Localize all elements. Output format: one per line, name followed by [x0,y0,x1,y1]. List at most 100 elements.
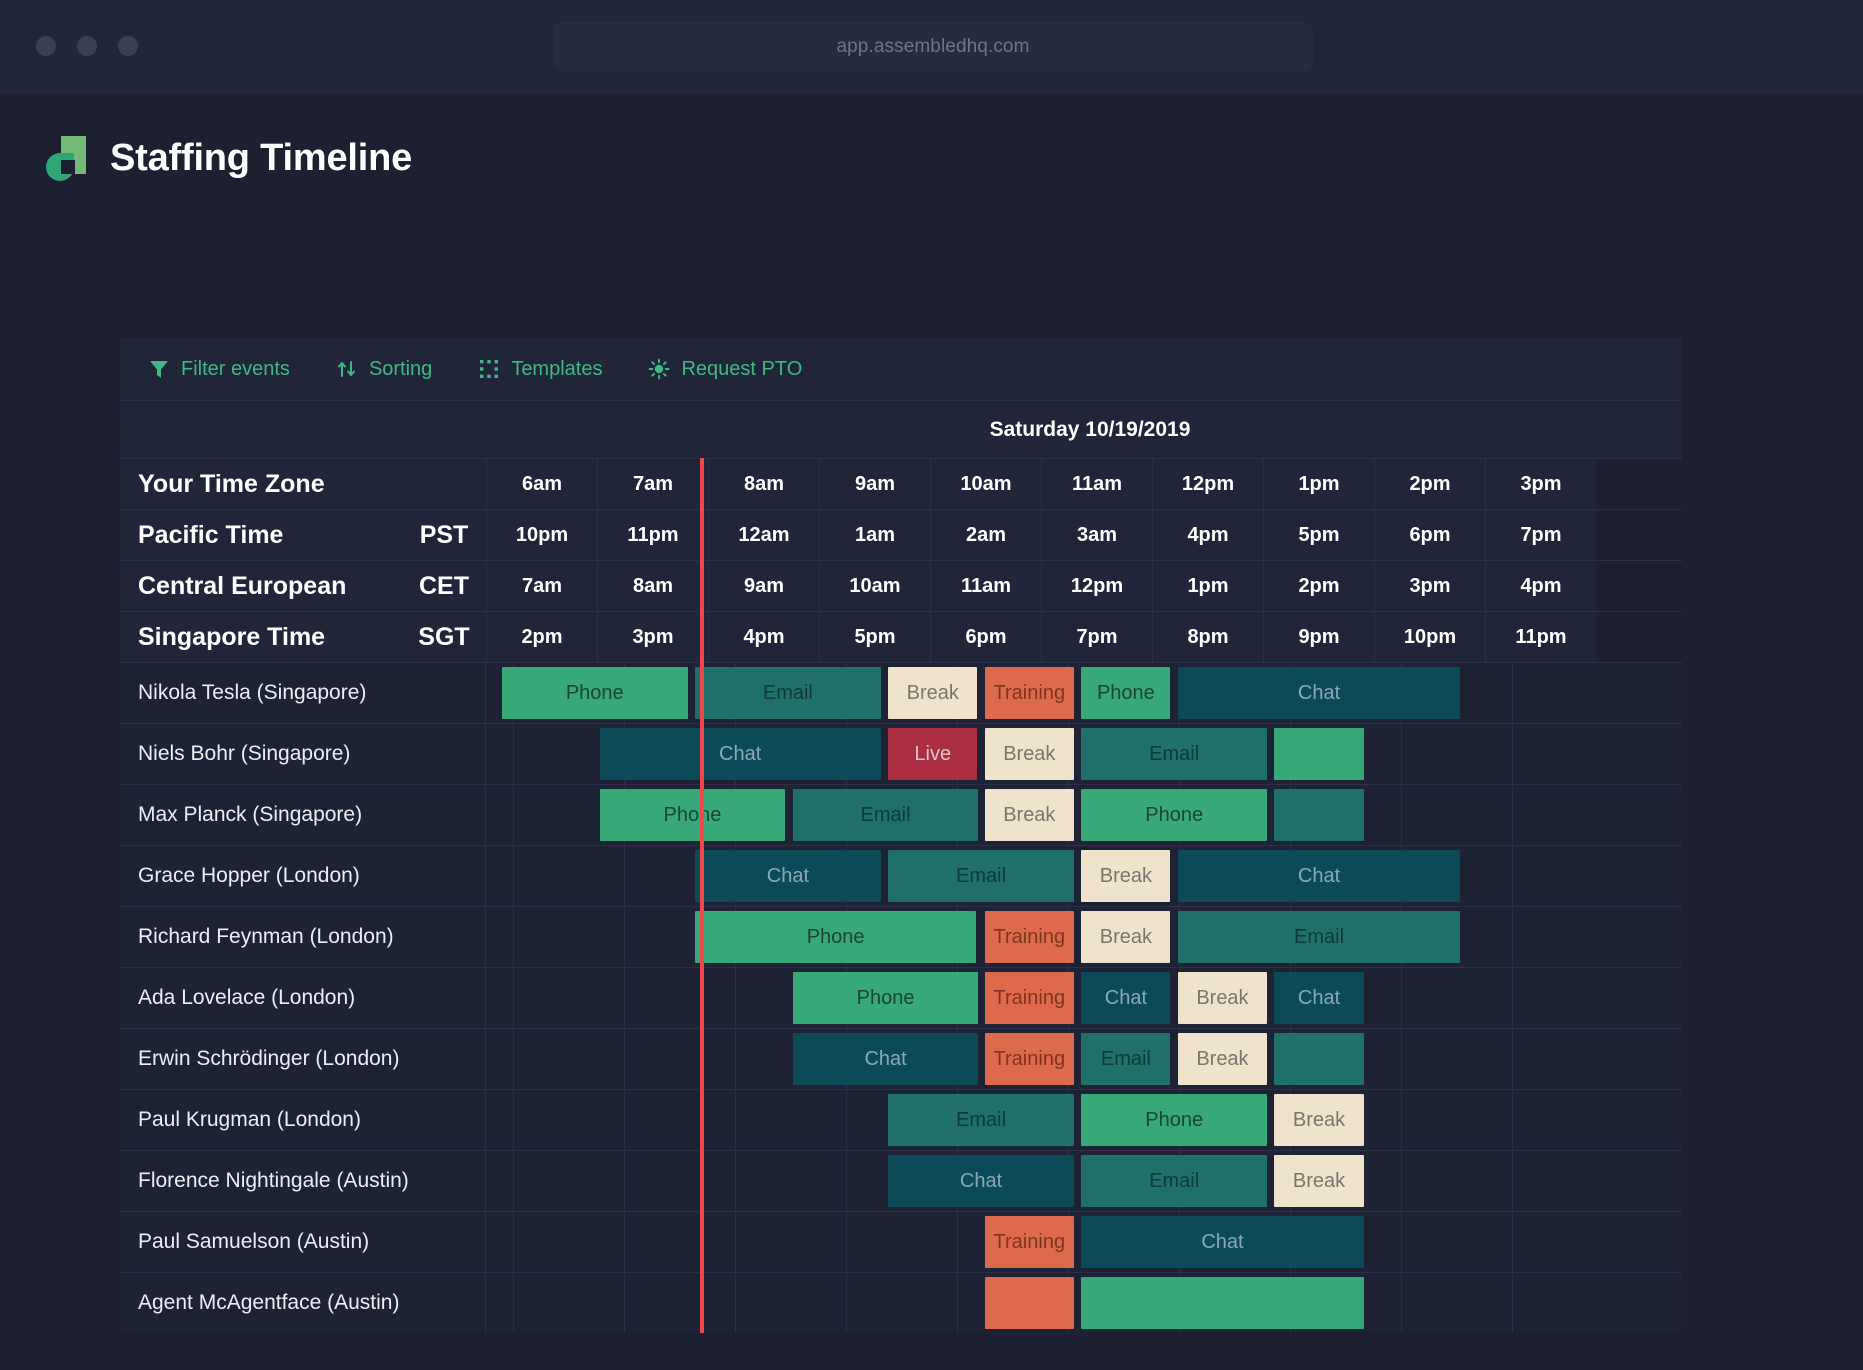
window-maximize-button[interactable] [118,36,138,56]
schedule-block[interactable]: Phone [501,667,688,719]
schedule-block[interactable] [1274,789,1364,841]
hour-header-cell: 2pm [486,612,597,662]
schedule-block[interactable]: Break [1177,972,1267,1024]
lane-divider [1401,1090,1402,1150]
schedule-block[interactable]: Phone [695,911,977,963]
timezone-abbr: SGT [402,612,486,662]
schedule-block[interactable]: Email [792,789,979,841]
agent-lane[interactable]: Chat Live Break Email [486,724,1682,784]
schedule-block[interactable]: Training [984,972,1074,1024]
schedule-block[interactable]: Break [888,667,978,719]
schedule-block[interactable] [1274,728,1364,780]
request-pto-button[interactable]: Request PTO [644,352,820,387]
timezone-row: Singapore Time SGT 2pm 3pm 4pm 5pm 6pm 7pm 8pm 9p… [120,611,1682,662]
agent-row[interactable]: Niels Bohr (Singapore) Chat Live Break Email [120,723,1682,784]
schedule-block[interactable] [1081,1277,1364,1329]
hour-header-cell: 12am [708,510,819,560]
schedule-block[interactable]: Phone [792,972,979,1024]
lane-divider [624,968,625,1028]
address-bar[interactable]: app.assembledhq.com [553,22,1313,72]
schedule-block[interactable]: Break [984,789,1074,841]
schedule-block[interactable]: Chat [1081,1216,1364,1268]
agent-lane[interactable]: Phone Email Break Phone [486,785,1682,845]
schedule-block[interactable]: Chat [888,1155,1074,1207]
schedule-block[interactable]: Email [888,850,1074,902]
schedule-block[interactable]: Chat [1081,972,1171,1024]
lane-divider [735,968,736,1028]
schedule-block[interactable]: Break [1081,911,1171,963]
agent-lane[interactable]: Phone Email Break Training Phone Chat [486,663,1682,723]
sort-arrows-icon [336,358,358,380]
schedule-block[interactable]: Phone [1081,1094,1267,1146]
schedule-block[interactable]: Training [984,1216,1074,1268]
schedule-block[interactable]: Training [984,1033,1074,1085]
lane-divider [957,1273,958,1333]
hour-header-cell: 11pm [1485,612,1596,662]
schedule-block[interactable]: Training [984,667,1074,719]
schedule-block[interactable]: Chat [792,1033,979,1085]
schedule-block[interactable]: Phone [1081,667,1171,719]
schedule-block[interactable]: Email [695,667,881,719]
lane-divider [846,1151,847,1211]
schedule-block[interactable]: Phone [599,789,786,841]
timezone-row: Central European CET 7am 8am 9am 10am 11am 12pm… [120,560,1682,611]
schedule-block[interactable]: Training [984,911,1074,963]
agent-name: Erwin Schrödinger (London) [120,1029,486,1089]
agent-lane[interactable]: Chat Training Email Break [486,1029,1682,1089]
agent-row[interactable]: Paul Samuelson (Austin) Training Chat [120,1211,1682,1272]
agent-row[interactable]: Richard Feynman (London) Phone Training Bre… [120,906,1682,967]
schedule-block[interactable]: Break [1274,1094,1364,1146]
schedule-block[interactable]: Email [1081,1033,1171,1085]
agent-row[interactable]: Paul Krugman (London) Email Phone Break [120,1089,1682,1150]
agent-row[interactable]: Agent McAgentface (Austin) [120,1272,1682,1333]
agent-row[interactable]: Erwin Schrödinger (London) Chat Training Em… [120,1028,1682,1089]
schedule-block[interactable]: Email [888,1094,1074,1146]
agent-lane[interactable] [486,1273,1682,1333]
schedule-block[interactable]: Chat [1177,667,1461,719]
lane-divider [513,907,514,967]
schedule-block[interactable]: Live [888,728,978,780]
agent-row[interactable]: Ada Lovelace (London) Phone Training Chat Br… [120,967,1682,1028]
hour-header-cell: 4pm [708,612,819,662]
hour-header-cell: 2am [930,510,1041,560]
agent-lane[interactable]: Phone Training Chat Break Chat [486,968,1682,1028]
window-minimize-button[interactable] [77,36,97,56]
agent-row[interactable]: Nikola Tesla (Singapore) Phone Email Break T… [120,662,1682,723]
agent-row[interactable]: Grace Hopper (London) Chat Email Break Chat [120,845,1682,906]
agent-row[interactable]: Max Planck (Singapore) Phone Email Break Pho… [120,784,1682,845]
filter-events-button[interactable]: Filter events [144,352,308,387]
hour-header-cell: 2pm [1263,561,1374,611]
schedule-block[interactable]: Break [1081,850,1171,902]
schedule-block[interactable]: Chat [1274,972,1364,1024]
agent-row[interactable]: Florence Nightingale (Austin) Chat Email Br… [120,1150,1682,1211]
hour-header-cell: 10pm [1374,612,1485,662]
schedule-block[interactable]: Chat [1177,850,1461,902]
agent-lane[interactable]: Phone Training Break Email [486,907,1682,967]
schedule-block[interactable]: Email [1081,1155,1267,1207]
timeline-panel: Filter events Sorting Templates Request … [120,338,1682,1333]
templates-button[interactable]: Templates [474,352,620,387]
schedule-block[interactable] [1274,1033,1364,1085]
agent-lane[interactable]: Training Chat [486,1212,1682,1272]
lane-divider [513,846,514,906]
schedule-block[interactable]: Phone [1081,789,1267,841]
schedule-block[interactable]: Break [984,728,1074,780]
hour-header-cell: 3pm [597,612,708,662]
agent-lane[interactable]: Chat Email Break Chat [486,846,1682,906]
window-close-button[interactable] [36,36,56,56]
schedule-block[interactable]: Email [1177,911,1461,963]
sun-icon [648,358,670,380]
timezone-abbr [402,459,486,509]
hour-header-cell: 8pm [1152,612,1263,662]
schedule-block[interactable]: Break [1274,1155,1364,1207]
schedule-block[interactable]: Chat [695,850,881,902]
agent-name: Paul Samuelson (Austin) [120,1212,486,1272]
schedule-block[interactable]: Chat [599,728,881,780]
schedule-block[interactable] [984,1277,1074,1329]
agent-lane[interactable]: Chat Email Break [486,1151,1682,1211]
sorting-button[interactable]: Sorting [332,352,450,387]
schedule-block[interactable]: Email [1081,728,1267,780]
agent-lane[interactable]: Email Phone Break [486,1090,1682,1150]
schedule-block[interactable]: Break [1177,1033,1267,1085]
assembled-logo-icon [46,136,86,181]
